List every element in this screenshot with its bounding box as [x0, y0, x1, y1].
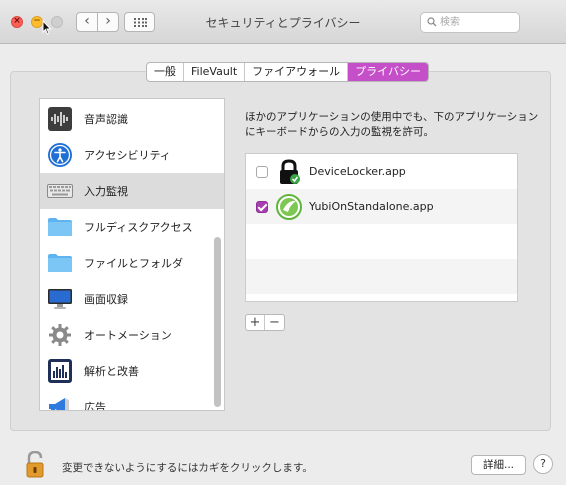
sidebar-item-label: アクセシビリティ — [84, 149, 171, 162]
yubionstandalone-checkbox[interactable] — [256, 200, 268, 213]
sidebar-item-label: オートメーション — [84, 329, 172, 342]
list-item — [246, 259, 517, 294]
sidebar-item-analytics[interactable]: 解析と改善 — [40, 353, 224, 389]
sidebar-item-label: フルディスクアクセス — [84, 221, 193, 234]
sidebar-scrollbar[interactable] — [214, 237, 221, 407]
sidebar-item-files-and-folders[interactable]: ファイルとフォルダ — [40, 245, 224, 281]
app-list[interactable]: DeviceLocker.app YubiOnStandalone.app — [245, 153, 518, 302]
lock-icon[interactable] — [25, 451, 49, 479]
sidebar-item-label: 広告 — [84, 401, 106, 411]
tab-bar: 一般 FileVault ファイアウォール プライバシー — [146, 62, 429, 82]
sidebar-item-label: ファイルとフォルダ — [84, 257, 183, 270]
sidebar-item-speech-recognition[interactable]: 音声認識 — [40, 101, 224, 137]
tab-filevault[interactable]: FileVault — [184, 63, 246, 81]
remove-button[interactable]: − — [265, 315, 284, 330]
add-remove-control: + − — [245, 314, 285, 331]
sidebar-item-label: 解析と改善 — [84, 365, 139, 378]
lock-icon — [280, 158, 300, 184]
yubi-icon — [276, 193, 302, 220]
tab-privacy[interactable]: プライバシー — [348, 63, 428, 81]
tab-general[interactable]: 一般 — [147, 63, 184, 81]
input-monitoring-description: ほかのアプリケーションの使用中でも、下のアプリケーションにキーボードからの入力の… — [245, 111, 539, 138]
keyboard-icon — [46, 177, 74, 205]
folder-icon — [46, 249, 74, 277]
display-icon — [46, 285, 74, 313]
search-field[interactable]: 検索 — [420, 12, 520, 33]
sidebar-item-label: 入力監視 — [84, 185, 128, 198]
help-button[interactable]: ? — [533, 454, 553, 474]
mouse-cursor-icon — [42, 20, 52, 35]
tab-firewall[interactable]: ファイアウォール — [245, 63, 349, 81]
list-item[interactable]: DeviceLocker.app — [246, 154, 517, 189]
add-button[interactable]: + — [246, 315, 265, 330]
search-placeholder: 検索 — [440, 17, 460, 28]
sidebar-item-input-monitoring[interactable]: 入力監視 — [40, 173, 224, 209]
lock-message: 変更できないようにするにはカギをクリックします。 — [62, 462, 313, 474]
list-item — [246, 224, 517, 259]
analytics-icon — [46, 357, 74, 385]
sidebar-item-screen-recording[interactable]: 画面収録 — [40, 281, 224, 317]
title-bar: × − ‹ › セキュリティとプライバシー 検索 — [0, 0, 566, 44]
app-name: DeviceLocker.app — [309, 165, 406, 178]
gear-icon — [46, 321, 74, 349]
accessibility-icon — [46, 141, 74, 169]
sidebar-item-advertising[interactable]: 広告 — [40, 389, 224, 411]
sidebar-item-label: 音声認識 — [84, 113, 128, 126]
megaphone-icon — [46, 393, 74, 410]
privacy-category-list[interactable]: 音声認識 アクセシビリティ 入力監視 フルディスクアクセス ファイルとフォルダ … — [39, 98, 225, 411]
speech-recognition-icon — [46, 105, 74, 133]
app-name: YubiOnStandalone.app — [309, 200, 434, 213]
sidebar-item-full-disk-access[interactable]: フルディスクアクセス — [40, 209, 224, 245]
advanced-button[interactable]: 詳細... — [471, 455, 526, 475]
folder-icon — [46, 213, 74, 241]
sidebar-item-automation[interactable]: オートメーション — [40, 317, 224, 353]
devicelocker-checkbox[interactable] — [256, 165, 268, 178]
sidebar-item-label: 画面収録 — [84, 293, 128, 306]
list-item[interactable]: YubiOnStandalone.app — [246, 189, 517, 224]
sidebar-item-accessibility[interactable]: アクセシビリティ — [40, 137, 224, 173]
search-icon — [427, 17, 437, 27]
